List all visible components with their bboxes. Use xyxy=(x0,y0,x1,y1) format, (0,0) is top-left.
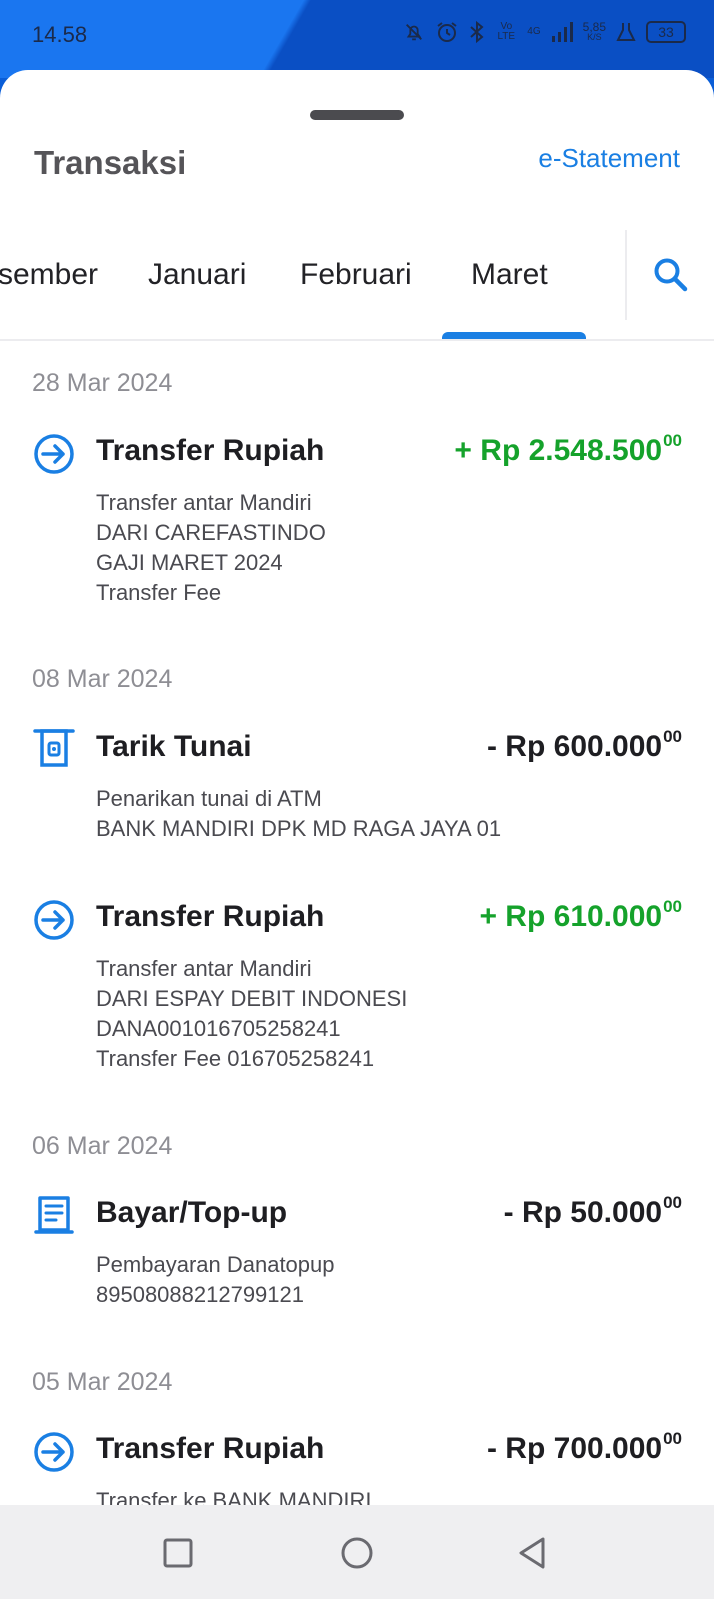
transfer-in-icon xyxy=(34,1432,74,1472)
recents-square-icon[interactable] xyxy=(158,1533,198,1573)
volte-label: Vo LTE xyxy=(497,21,516,42)
transaction-amount: + Rp 2.548.50000 xyxy=(454,431,682,468)
transaction-detail: DANA001016705258241 xyxy=(96,1016,341,1041)
system-nav-bar xyxy=(0,1505,714,1599)
alarm-icon xyxy=(437,22,457,42)
atm-withdraw-icon xyxy=(33,729,75,767)
tabs-separator xyxy=(625,230,627,320)
net-speed-unit: K/S xyxy=(587,32,602,42)
tab-desember[interactable]: sember xyxy=(0,258,98,292)
status-icons: Vo LTE 4G 5,85 K/S 33 xyxy=(403,20,686,44)
page-title: Transaksi xyxy=(34,144,187,181)
amount-cents: 00 xyxy=(663,1429,682,1448)
status-bar: 14.58 Vo LTE 4G 5,85 K/S 33 xyxy=(0,0,714,78)
transaction-title: Transfer Rupiah xyxy=(96,1432,325,1465)
amount-cents: 00 xyxy=(663,897,682,916)
date-header: 28 Mar 2024 xyxy=(32,369,173,397)
transaction-detail: BANK MANDIRI DPK MD RAGA JAYA 01 xyxy=(96,816,502,841)
amount-value: - Rp 600.000 xyxy=(486,730,663,763)
transaction-detail: Penarikan tunai di ATM xyxy=(96,786,322,811)
date-header: 08 Mar 2024 xyxy=(32,665,173,693)
transaction-amount: + Rp 610.00000 xyxy=(479,897,682,934)
tab-februari[interactable]: Februari xyxy=(300,258,412,292)
transaction-title: Transfer Rupiah xyxy=(96,434,325,467)
transaction-title: Transfer Rupiah xyxy=(96,900,325,933)
transaction-detail: Pembayaran Danatopup xyxy=(96,1252,335,1277)
status-time: 14.58 xyxy=(32,22,88,47)
transaction-detail: 89508088212799121 xyxy=(96,1282,305,1307)
transaction-detail: Transfer ke BANK MANDIRI xyxy=(96,1488,372,1505)
battery-icon: 33 xyxy=(646,21,686,43)
amount-cents: 00 xyxy=(663,431,682,450)
net-speed: 5,85 K/S xyxy=(582,20,606,42)
home-circle-icon[interactable] xyxy=(337,1533,377,1573)
transaction-detail: Transfer antar Mandiri xyxy=(96,490,312,515)
net-speed-value: 5,85 xyxy=(582,20,606,34)
e-statement-link[interactable]: e-Statement xyxy=(538,143,680,174)
amount-value: + Rp 2.548.500 xyxy=(454,434,663,467)
transaction-title: Tarik Tunai xyxy=(96,730,252,763)
signal-icon xyxy=(551,22,573,42)
bluetooth-icon xyxy=(470,20,484,44)
transaction-title: Bayar/Top-up xyxy=(96,1196,288,1229)
amount-value: - Rp 700.000 xyxy=(486,1432,663,1465)
back-triangle-icon[interactable] xyxy=(513,1533,553,1573)
network-4g-label: 4G xyxy=(527,26,541,37)
tabs-divider xyxy=(0,339,714,341)
transaction-detail: DARI CAREFASTINDO xyxy=(96,520,326,545)
date-header: 05 Mar 2024 xyxy=(32,1368,173,1396)
transaction-detail: Transfer antar Mandiri xyxy=(96,956,312,981)
amount-value: - Rp 50.000 xyxy=(503,1196,663,1229)
search-icon[interactable] xyxy=(652,256,690,294)
tab-maret[interactable]: Maret xyxy=(471,258,548,292)
drag-handle[interactable] xyxy=(310,110,404,120)
flask-icon xyxy=(616,23,636,41)
transaction-detail: Transfer Fee xyxy=(96,580,222,605)
transaction-amount: - Rp 700.00000 xyxy=(486,1429,682,1466)
transfer-in-icon xyxy=(34,900,74,940)
date-header: 06 Mar 2024 xyxy=(32,1132,173,1160)
amount-cents: 00 xyxy=(663,727,682,746)
bill-payment-icon xyxy=(34,1196,74,1234)
mute-bell-icon xyxy=(406,24,423,41)
transaction-detail: DARI ESPAY DEBIT INDONESI xyxy=(96,986,408,1011)
transactions-sheet: Transaksi e-Statement sember Januari Feb… xyxy=(0,70,714,1505)
amount-cents: 00 xyxy=(663,1193,682,1212)
transaction-detail: Transfer Fee 016705258241 xyxy=(96,1046,375,1071)
transaction-detail: GAJI MARET 2024 xyxy=(96,550,283,575)
transaction-amount: - Rp 600.00000 xyxy=(486,727,682,764)
transaction-amount: - Rp 50.00000 xyxy=(503,1193,682,1230)
tab-januari[interactable]: Januari xyxy=(148,258,246,292)
transfer-in-icon xyxy=(34,434,74,474)
amount-value: + Rp 610.000 xyxy=(479,900,663,933)
